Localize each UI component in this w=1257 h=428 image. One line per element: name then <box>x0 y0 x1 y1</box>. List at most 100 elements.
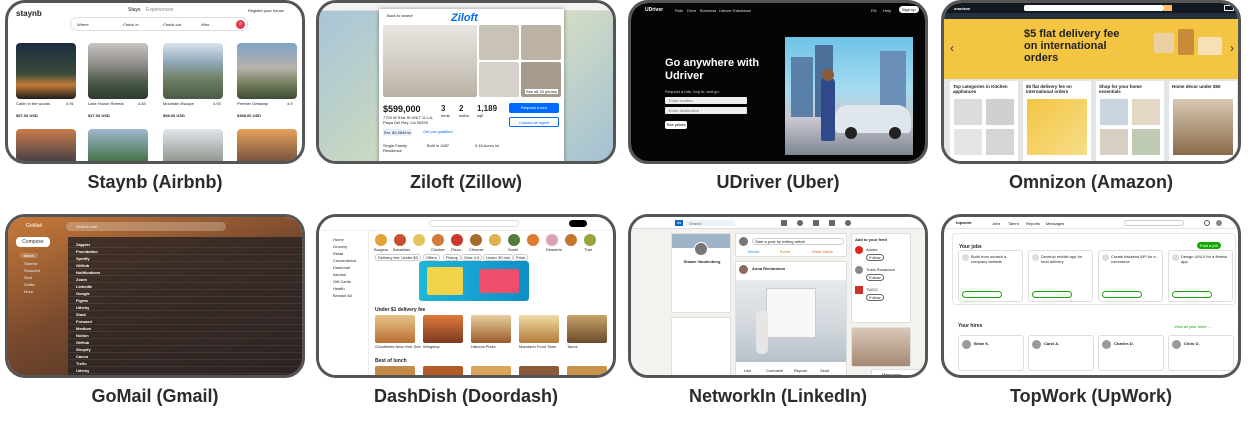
tile-topwork[interactable]: topwork Jobs Talent Reports Messages You… <box>941 214 1241 428</box>
udriver-signup-button[interactable]: Sign up <box>899 6 919 13</box>
view-contract-button[interactable] <box>1172 291 1212 298</box>
category-icon[interactable] <box>508 234 520 246</box>
help-icon[interactable] <box>1204 220 1210 226</box>
home-icon[interactable] <box>781 220 787 226</box>
udriver-screenshot[interactable]: UDriver Ride Drive Business Udriver Eats… <box>628 0 928 164</box>
tile-dashdish[interactable]: Home Grocery Retail Convenience Dashmart… <box>316 214 616 428</box>
udriver-nav-eats[interactable]: Udriver Eats <box>719 8 741 13</box>
staynb-listing-card[interactable]: Mountain Escape 4.93 $98.00 USD <box>163 43 223 118</box>
follow-button[interactable]: Follow <box>866 294 884 301</box>
category-icon[interactable] <box>375 234 387 246</box>
udriver-help[interactable]: Help <box>883 8 891 13</box>
ziloft-photo[interactable] <box>479 25 519 60</box>
avatar[interactable] <box>739 265 748 274</box>
staynb-nav-stays[interactable]: Stays <box>128 7 141 13</box>
topwork-search-input[interactable] <box>1124 220 1184 226</box>
networkin-screenshot[interactable]: in Search Shawn Vandenberg Start a post … <box>628 214 928 378</box>
media-button[interactable]: Media <box>748 249 759 254</box>
store-photo[interactable] <box>471 315 511 343</box>
staynb-search-checkin[interactable]: Check in <box>123 22 139 27</box>
email-row[interactable]: LinkedIn <box>68 283 302 290</box>
store-photo[interactable] <box>519 315 559 343</box>
store-photo[interactable] <box>375 366 415 375</box>
ziloft-screenshot[interactable]: Back to search Ziloft See all 33 photos … <box>316 0 616 164</box>
job-card[interactable]: Develop mobile app for food delivery <box>1028 250 1093 302</box>
store-photo[interactable] <box>519 366 559 375</box>
cart-icon[interactable] <box>1224 5 1234 11</box>
omnizon-card[interactable]: Top categories in Kitchen appliances <box>950 81 1018 161</box>
follow-button[interactable]: Follow <box>866 254 884 261</box>
networkin-search-input[interactable]: Search <box>685 220 735 226</box>
view-contract-button[interactable] <box>1032 291 1072 298</box>
tile-ziloft[interactable]: Back to search Ziloft See all 33 photos … <box>316 0 616 214</box>
store-photo[interactable] <box>423 366 463 375</box>
sidebar-item[interactable]: Browse All <box>333 293 352 298</box>
ziloft-logo[interactable]: Ziloft <box>451 12 478 24</box>
staynb-host-link[interactable]: Register your house <box>248 8 284 13</box>
chevron-left-icon[interactable]: ‹ <box>950 41 954 55</box>
email-row[interactable]: Shopify <box>68 346 302 353</box>
staynb-search-where[interactable]: Where <box>77 22 89 27</box>
hire-card[interactable]: Brian K. <box>958 335 1024 371</box>
sidebar-item[interactable]: Convenience <box>333 258 356 263</box>
sidebar-item[interactable]: Grocery <box>333 244 347 249</box>
email-row[interactable]: Medium <box>68 325 302 332</box>
ziloft-main-photo[interactable] <box>383 25 477 97</box>
sidebar-item[interactable]: Retail <box>333 251 343 256</box>
suggestion-name[interactable]: TUGO <box>866 287 878 292</box>
hire-card[interactable]: Chris O. <box>1168 335 1234 371</box>
sidebar-item[interactable]: Alcohol <box>333 272 346 277</box>
email-row[interactable]: Notion <box>68 332 302 339</box>
notifications-icon[interactable] <box>845 220 851 226</box>
repost-button[interactable]: Repost <box>794 368 807 373</box>
job-card[interactable]: Build from scratch a company website <box>958 250 1023 302</box>
follow-button[interactable]: Follow <box>866 274 884 281</box>
filter-chip[interactable]: Over 4.5 <box>461 254 483 261</box>
email-row[interactable]: Trello <box>68 360 302 367</box>
store-photo[interactable] <box>567 366 607 375</box>
send-button[interactable]: Send <box>820 368 829 373</box>
email-row[interactable]: Figma <box>68 297 302 304</box>
folder-inbox[interactable]: Inbox <box>20 253 38 258</box>
email-row[interactable]: Notifications <box>68 269 302 276</box>
filter-chip[interactable]: Pickup <box>443 254 462 261</box>
delivery-toggle[interactable] <box>569 220 587 227</box>
ziloft-photo[interactable] <box>521 25 561 60</box>
tile-networkin[interactable]: in Search Shawn Vandenberg Start a post … <box>628 214 928 428</box>
email-row[interactable]: Foundation <box>68 248 302 255</box>
omnizon-card[interactable]: Shop for your home essentials <box>1096 81 1164 161</box>
folder-sent[interactable]: Sent <box>24 275 32 280</box>
category-icon[interactable] <box>394 234 406 246</box>
dashdish-promo-banner[interactable] <box>419 261 529 301</box>
omnizon-card[interactable]: $5 flat delivery fee on international or… <box>1023 81 1091 161</box>
topwork-logo[interactable]: topwork <box>956 220 972 225</box>
email-row[interactable]: Forward <box>68 318 302 325</box>
staynb-listing-card[interactable]: Premier Getaway 4.9 $368.00 USD <box>237 43 297 118</box>
event-button[interactable]: Event <box>780 249 790 254</box>
email-row[interactable]: GitHub <box>68 262 302 269</box>
category-icon[interactable] <box>432 234 444 246</box>
promo-image[interactable] <box>851 327 911 367</box>
sidebar-item[interactable]: Home <box>333 237 344 242</box>
category-icon[interactable] <box>565 234 577 246</box>
staynb-screenshot[interactable]: staynb Stays Experiences Register your h… <box>5 0 305 164</box>
store-photo[interactable] <box>423 315 463 343</box>
ziloft-prequal-link[interactable]: Get pre-qualified <box>423 129 453 134</box>
category-icon[interactable] <box>413 234 425 246</box>
folder-starred[interactable]: Starred <box>24 261 37 266</box>
nav-jobs[interactable]: Jobs <box>992 221 1000 226</box>
filter-chip[interactable]: Under 30 min <box>483 254 514 261</box>
filter-chip[interactable]: Price <box>513 254 529 261</box>
write-article-button[interactable]: Write article <box>812 249 833 254</box>
contact-agent-button[interactable]: Contact an agent <box>509 117 559 127</box>
like-button[interactable]: Like <box>744 368 751 373</box>
job-card[interactable]: Design UI/UX for a fitness app <box>1168 250 1233 302</box>
store-photo[interactable] <box>375 315 415 343</box>
chevron-right-icon[interactable]: › <box>1230 41 1234 55</box>
tile-omnizon[interactable]: omnizon ‹ › $5 flat delivery fee on inte… <box>941 0 1241 214</box>
udriver-nav-business[interactable]: Business <box>700 8 716 13</box>
folder-more[interactable]: More <box>24 289 33 294</box>
topwork-screenshot[interactable]: topwork Jobs Talent Reports Messages You… <box>941 214 1241 378</box>
email-row[interactable]: Udemy <box>68 367 302 374</box>
tile-udriver[interactable]: UDriver Ride Drive Business Udriver Eats… <box>628 0 928 214</box>
